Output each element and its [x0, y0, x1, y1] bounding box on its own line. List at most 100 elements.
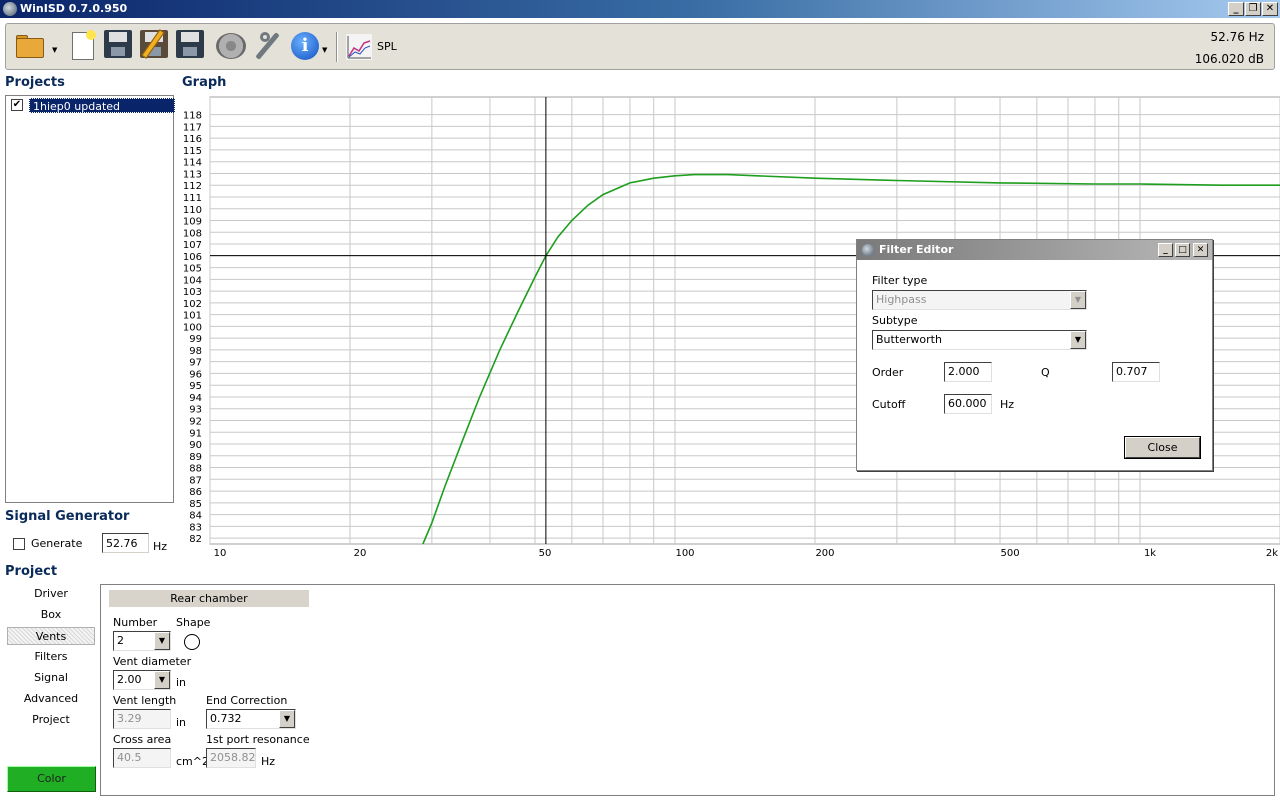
port-resonance-unit: Hz [261, 755, 276, 768]
projects-title: Projects [5, 75, 65, 90]
subtype-value: Butterworth [876, 333, 942, 346]
cross-area-unit: cm^2 [176, 755, 209, 768]
y-tick-label: 85 [189, 499, 202, 510]
close-button[interactable]: Close [1125, 437, 1200, 458]
nav-project[interactable]: Project [7, 711, 95, 729]
y-tick-label: 84 [189, 511, 202, 522]
vents-panel: Rear chamber Number 2 ▼ Shape Vent diame… [100, 584, 1275, 796]
chevron-down-icon[interactable]: ▼ [279, 710, 295, 728]
order-label: Order [872, 366, 904, 379]
vent-diameter-select[interactable]: 2.00 ▼ [113, 670, 171, 690]
open-folder-icon[interactable] [14, 30, 44, 62]
options-wrench-icon[interactable] [252, 30, 282, 62]
vent-length-label: Vent length [113, 694, 177, 707]
y-tick-label: 94 [189, 393, 202, 404]
y-tick-label: 111 [183, 193, 202, 204]
save-icon[interactable] [104, 30, 134, 62]
info-icon[interactable]: i [290, 30, 320, 62]
open-dropdown-arrow-icon[interactable]: ▼ [52, 46, 57, 54]
y-tick-label: 89 [189, 452, 202, 463]
new-project-icon[interactable] [68, 30, 98, 62]
color-button[interactable]: Color [7, 766, 96, 792]
vent-length-field: 3.29 [113, 709, 171, 729]
y-tick-label: 114 [183, 158, 202, 169]
chevron-down-icon[interactable]: ▼ [154, 632, 170, 650]
subtype-label: Subtype [872, 314, 918, 327]
rear-chamber-header[interactable]: Rear chamber [109, 590, 309, 607]
graph-title: Graph [182, 75, 227, 90]
projects-list: ✔ 1hiep0 updated [5, 95, 175, 503]
generate-label: Generate [31, 537, 83, 550]
dialog-title: Filter Editor [879, 243, 954, 256]
spl-graph-label[interactable]: SPL [377, 40, 397, 53]
driver-editor-icon[interactable] [216, 30, 246, 62]
project-visible-checkbox[interactable]: ✔ [11, 99, 23, 111]
nav-signal[interactable]: Signal [7, 669, 95, 687]
vent-length-unit: in [176, 716, 187, 729]
y-tick-label: 102 [183, 299, 202, 310]
filter-type-label: Filter type [872, 274, 928, 287]
y-tick-label: 118 [183, 111, 202, 122]
project-list-item[interactable]: ✔ 1hiep0 updated [9, 98, 175, 113]
generator-frequency-input[interactable] [102, 533, 149, 553]
y-tick-label: 87 [189, 475, 202, 486]
y-tick-label: 108 [183, 228, 202, 239]
y-tick-label: 106 [183, 252, 202, 263]
order-input[interactable]: 2.000 [944, 362, 992, 382]
frequency-readout: 52.76 Hz [1210, 30, 1265, 44]
spl-graph-icon[interactable] [346, 34, 372, 60]
chevron-down-icon[interactable]: ▼ [154, 671, 170, 689]
y-tick-label: 117 [183, 122, 202, 133]
dialog-close-icon[interactable]: ✕ [1193, 243, 1208, 257]
nav-driver[interactable]: Driver [7, 585, 95, 603]
vent-diameter-value: 2.00 [117, 673, 142, 686]
filter-type-value: Highpass [876, 293, 927, 306]
x-tick-label: 50 [539, 548, 552, 559]
dialog-title-bar[interactable]: Filter Editor _ □ ✕ [857, 240, 1212, 260]
x-tick-label: 2k [1266, 548, 1278, 559]
end-correction-select[interactable]: 0.732 ▼ [206, 709, 296, 729]
cutoff-unit: Hz [1000, 398, 1015, 411]
nav-box[interactable]: Box [7, 606, 95, 624]
generate-checkbox[interactable] [13, 538, 25, 550]
dialog-minimize-button[interactable]: _ [1158, 243, 1173, 257]
vent-diameter-unit: in [176, 676, 187, 689]
chevron-down-icon[interactable]: ▼ [1070, 331, 1086, 349]
toolbar: ▼ i ▼ SPL 52.76 Hz 106.020 dB [5, 23, 1275, 70]
q-input[interactable]: 0.707 [1112, 362, 1160, 382]
subtype-select[interactable]: Butterworth ▼ [872, 330, 1087, 350]
round-shape-icon[interactable] [184, 634, 200, 650]
y-tick-label: 105 [183, 264, 202, 275]
x-tick-label: 500 [1000, 548, 1019, 559]
y-tick-label: 86 [189, 487, 202, 498]
y-tick-label: 107 [183, 240, 202, 251]
title-bar: WinISD 0.7.0.950 _ ❐ ✕ [0, 0, 1280, 18]
nav-advanced[interactable]: Advanced [7, 690, 95, 708]
vent-number-select[interactable]: 2 ▼ [113, 631, 171, 651]
save-all-icon[interactable] [176, 30, 206, 62]
y-tick-label: 95 [189, 381, 202, 392]
project-name[interactable]: 1hiep0 updated [29, 98, 175, 113]
project-section-title: Project [5, 564, 58, 579]
nav-vents[interactable]: Vents [7, 627, 95, 645]
x-tick-label: 200 [815, 548, 834, 559]
y-tick-label: 101 [183, 311, 202, 322]
generator-unit: Hz [153, 540, 168, 553]
info-dropdown-arrow-icon[interactable]: ▼ [322, 46, 327, 54]
dialog-maximize-button[interactable]: □ [1175, 243, 1190, 257]
minimize-button[interactable]: _ [1228, 2, 1244, 16]
y-tick-label: 103 [183, 287, 202, 298]
y-tick-label: 88 [189, 464, 202, 475]
y-tick-label: 109 [183, 217, 202, 228]
y-tick-label: 100 [183, 322, 202, 333]
nav-filters[interactable]: Filters [7, 648, 95, 666]
vent-diameter-label: Vent diameter [113, 655, 192, 668]
y-tick-label: 98 [189, 346, 202, 357]
save-as-icon[interactable] [140, 29, 170, 62]
restore-button[interactable]: ❐ [1245, 2, 1261, 16]
cutoff-input[interactable]: 60.000 [944, 394, 992, 414]
end-correction-value: 0.732 [210, 712, 242, 725]
close-window-button[interactable]: ✕ [1262, 2, 1278, 16]
y-tick-label: 90 [189, 440, 202, 451]
y-tick-label: 92 [189, 416, 202, 427]
